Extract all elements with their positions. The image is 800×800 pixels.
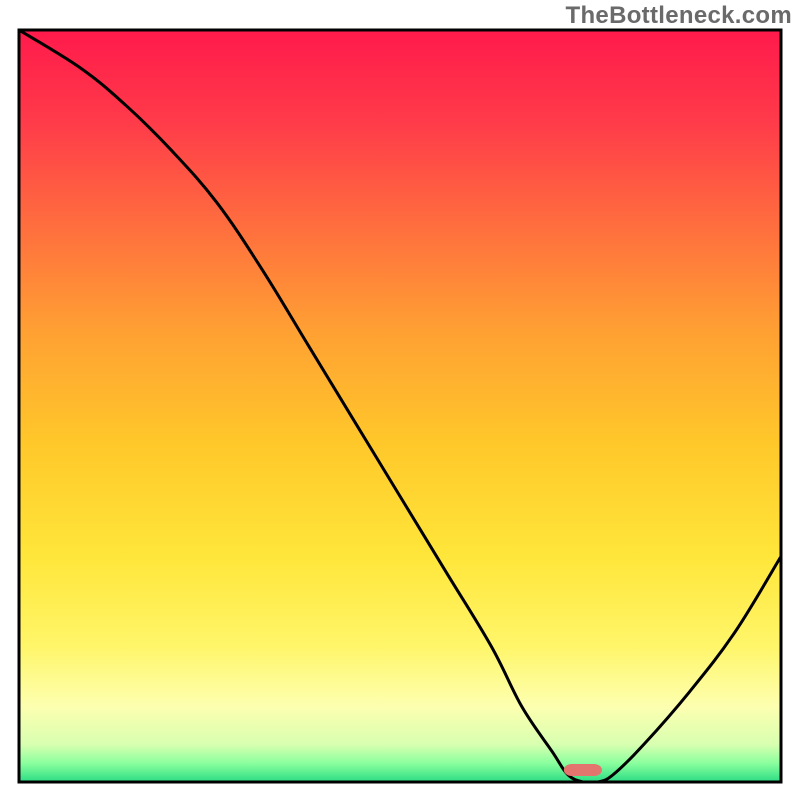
chart-container: TheBottleneck.com	[0, 0, 800, 800]
gradient-background	[19, 30, 781, 782]
optimal-marker	[564, 764, 602, 776]
watermark-text: TheBottleneck.com	[566, 2, 792, 30]
bottleneck-chart	[0, 0, 800, 800]
